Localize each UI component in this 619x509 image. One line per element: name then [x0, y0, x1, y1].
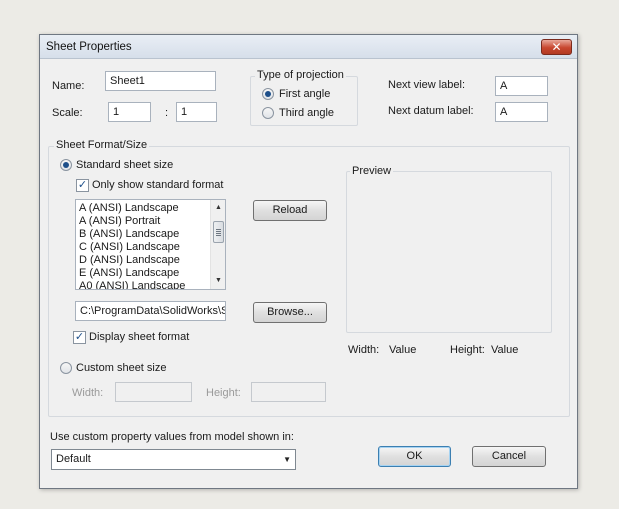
next-view-label-caption: Next view label: [388, 79, 466, 91]
sheet-format-path-input[interactable]: C:\ProgramData\SolidWorks\SolidWorks 201… [75, 301, 226, 321]
standard-sheet-size-radio[interactable] [60, 159, 72, 171]
check-icon: ✓ [77, 179, 88, 191]
list-item[interactable]: A (ANSI) Portrait [79, 215, 185, 228]
dialog-title: Sheet Properties [46, 41, 132, 53]
preview-width-value: Value [389, 344, 417, 356]
reload-button[interactable]: Reload [253, 200, 327, 221]
display-sheet-format-label[interactable]: Display sheet format [89, 331, 189, 343]
custom-property-selected-value: Default [56, 453, 91, 465]
only-standard-format-checkbox[interactable]: ✓ [76, 179, 89, 192]
list-item[interactable]: D (ANSI) Landscape [79, 254, 185, 267]
scrollbar-thumb[interactable] [213, 221, 224, 243]
list-scrollbar[interactable]: ▲ ▼ [210, 200, 225, 289]
third-angle-label[interactable]: Third angle [279, 107, 334, 119]
preview-width-label: Width: [348, 344, 380, 356]
ok-button[interactable]: OK [378, 446, 451, 467]
list-item[interactable]: E (ANSI) Landscape [79, 267, 185, 280]
first-angle-radio[interactable] [262, 88, 274, 100]
sheet-format-group-title: Sheet Format/Size [54, 139, 150, 151]
custom-sheet-size-label[interactable]: Custom sheet size [76, 362, 166, 374]
preview-title: Preview [350, 165, 394, 177]
chevron-down-icon: ▼ [283, 455, 291, 464]
list-item[interactable]: C (ANSI) Landscape [79, 241, 185, 254]
sheet-size-list[interactable]: A (ANSI) Landscape A (ANSI) Portrait B (… [75, 199, 226, 290]
next-datum-label-input[interactable]: A [495, 102, 548, 122]
third-angle-radio[interactable] [262, 107, 274, 119]
sheet-size-list-items: A (ANSI) Landscape A (ANSI) Portrait B (… [79, 202, 185, 289]
next-view-label-input[interactable]: A [495, 76, 548, 96]
name-input[interactable]: Sheet1 [105, 71, 216, 91]
grip-line [216, 231, 221, 232]
preview-height-label: Height: [450, 344, 485, 356]
scale-numerator-input[interactable]: 1 [108, 102, 151, 122]
only-standard-format-label[interactable]: Only show standard format [92, 179, 223, 191]
cancel-button[interactable]: Cancel [472, 446, 546, 467]
sheet-properties-dialog: Sheet Properties ✕ Name: Sheet1 Scale: 1… [39, 34, 578, 489]
check-icon: ✓ [74, 331, 85, 343]
list-item[interactable]: A (ANSI) Landscape [79, 202, 185, 215]
next-datum-label-caption: Next datum label: [388, 105, 474, 117]
custom-width-label: Width: [72, 387, 104, 399]
scroll-down-icon[interactable]: ▼ [211, 274, 225, 288]
custom-height-label: Height: [206, 387, 241, 399]
custom-width-input [115, 382, 192, 402]
grip-line [216, 233, 221, 234]
custom-property-select[interactable]: Default ▼ [51, 449, 296, 470]
grip-line [216, 229, 221, 230]
name-label: Name: [52, 80, 85, 92]
close-button[interactable]: ✕ [541, 39, 572, 55]
list-item[interactable]: B (ANSI) Landscape [79, 228, 185, 241]
title-bar[interactable]: Sheet Properties ✕ [40, 35, 577, 59]
preview-height-value: Value [491, 344, 519, 356]
browse-button[interactable]: Browse... [253, 302, 327, 323]
close-icon: ✕ [551, 40, 562, 54]
grip-line [216, 235, 221, 236]
custom-property-label: Use custom property values from model sh… [50, 431, 294, 443]
list-item[interactable]: A0 (ANSI) Landscape [79, 280, 185, 289]
projection-group-title: Type of projection [255, 69, 346, 81]
custom-sheet-size-radio[interactable] [60, 362, 72, 374]
first-angle-label[interactable]: First angle [279, 88, 330, 100]
scale-denominator-input[interactable]: 1 [176, 102, 217, 122]
standard-sheet-size-label[interactable]: Standard sheet size [76, 159, 173, 171]
scale-separator: : [165, 107, 169, 119]
display-sheet-format-checkbox[interactable]: ✓ [73, 331, 86, 344]
preview-panel [346, 171, 552, 333]
scroll-up-icon[interactable]: ▲ [211, 201, 225, 215]
scale-label: Scale: [52, 107, 83, 119]
custom-height-input [251, 382, 326, 402]
